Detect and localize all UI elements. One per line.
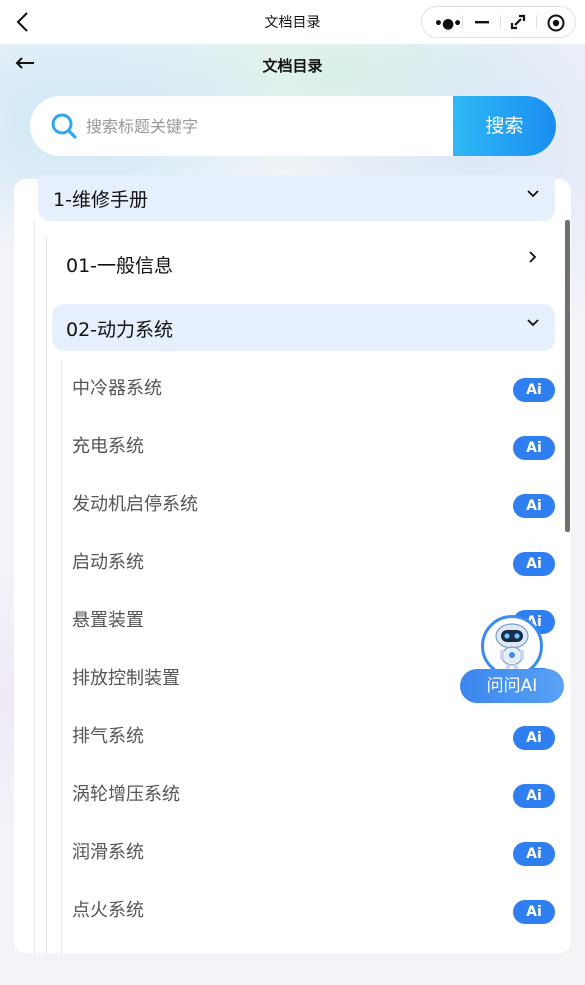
ask-ai-button[interactable]: 问问AI	[460, 669, 564, 703]
tree-node-label: 1-维修手册	[53, 189, 148, 211]
tree-guide-line	[46, 237, 47, 953]
search-input[interactable]	[86, 112, 436, 140]
list-item[interactable]: 启动系统 Ai	[62, 534, 555, 592]
ai-badge-button[interactable]: Ai	[513, 842, 555, 866]
list-item-label: 中冷器系统	[72, 378, 162, 399]
ai-badge-button[interactable]: Ai	[513, 726, 555, 750]
list-item[interactable]: 排气系统 Ai	[62, 708, 555, 766]
ai-badge-button[interactable]: Ai	[513, 552, 555, 576]
assistant-avatar[interactable]	[481, 615, 543, 677]
capsule-divider	[462, 15, 463, 29]
search-bar: 搜索	[30, 96, 556, 156]
more-dots-icon[interactable]: •●•	[434, 16, 462, 32]
chevron-down-icon	[527, 190, 539, 198]
list-item[interactable]: 充电系统 Ai	[62, 418, 555, 476]
tree-guide-line	[34, 221, 35, 953]
list-item-label: 悬置装置	[72, 610, 144, 631]
tree-node-label: 02-动力系统	[66, 319, 174, 341]
capsule-divider	[500, 15, 501, 29]
tree-node-level2[interactable]: 02-动力系统	[52, 304, 555, 351]
close-target-icon[interactable]	[546, 13, 566, 33]
list-item-label: 启动系统	[72, 552, 144, 573]
minimize-icon[interactable]	[474, 15, 490, 29]
list-item[interactable]: 中冷器系统 Ai	[62, 360, 555, 418]
search-button[interactable]: 搜索	[453, 96, 556, 156]
list-item-label: 发动机启停系统	[72, 494, 198, 515]
ai-badge-button[interactable]: Ai	[513, 494, 555, 518]
search-icon	[51, 113, 77, 139]
list-item-label: 点火系统	[72, 900, 144, 921]
page-title: 文档目录	[262, 57, 323, 75]
list-item-label: 充电系统	[72, 436, 144, 457]
list-item-label: 涡轮增压系统	[72, 784, 180, 805]
chevron-down-icon	[527, 319, 539, 327]
float-window-icon[interactable]	[510, 14, 526, 30]
list-item-label: 排放控制装置	[72, 668, 180, 689]
list-item-label: 润滑系统	[72, 842, 144, 863]
robot-icon	[495, 623, 529, 670]
ai-badge-button[interactable]: Ai	[513, 784, 555, 808]
ai-badge-button[interactable]: Ai	[513, 900, 555, 924]
mini-program-capsule: •●•	[421, 6, 576, 38]
scrollbar[interactable]	[565, 220, 570, 532]
list-item-label: 排气系统	[72, 726, 144, 747]
capsule-divider	[536, 15, 537, 29]
tree-node-level2[interactable]: 01-一般信息	[52, 240, 555, 287]
top-nav-bar: 文档目录 •●•	[0, 0, 585, 44]
list-item[interactable]: 润滑系统 Ai	[62, 824, 555, 882]
ai-badge-button[interactable]: Ai	[513, 378, 555, 402]
chevron-right-icon	[529, 251, 537, 263]
tree-node-label: 01-一般信息	[66, 255, 174, 277]
ai-badge-button[interactable]: Ai	[513, 436, 555, 460]
list-item[interactable]: 涡轮增压系统 Ai	[62, 766, 555, 824]
list-item[interactable]: 发动机启停系统 Ai	[62, 476, 555, 534]
tree-node-level1[interactable]: 1-维修手册	[38, 175, 555, 221]
list-item[interactable]: 点火系统 Ai	[62, 882, 555, 940]
